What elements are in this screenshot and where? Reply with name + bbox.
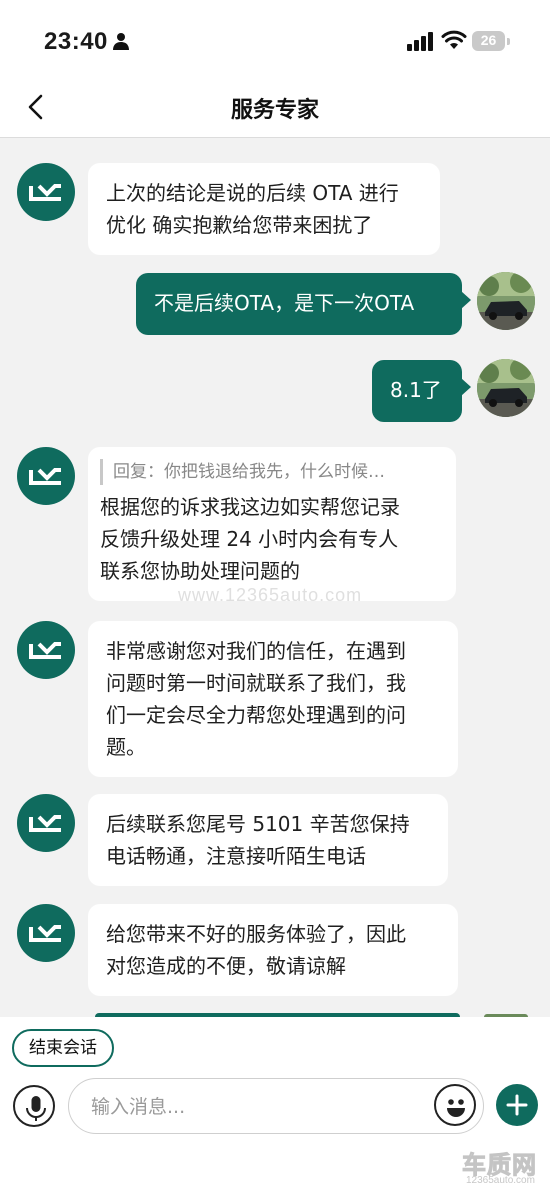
message-bubble-incoming[interactable]: 回复：你把钱退给我先，什么时候… 根据您的诉求我这边如实帮您记录 反馈升级处理 … [88, 447, 456, 601]
message-bubble-outgoing[interactable]: 8.1了 [372, 360, 471, 422]
brand-logo-icon [29, 642, 61, 659]
message-bubble-outgoing[interactable]: 不是后续OTA，是下一次OTA [136, 273, 471, 335]
message-text: 不是后续OTA，是下一次OTA [154, 291, 415, 315]
message-line: 对您造成的不便，敬请谅解 [106, 954, 346, 978]
watermark-text: www.12365auto.com [178, 585, 363, 605]
emoji-icon [447, 1099, 465, 1117]
wifi-icon [441, 30, 467, 49]
message-bubble-incoming[interactable]: 给您带来不好的服务体验了，因此 对您造成的不便，敬请谅解 [88, 904, 458, 996]
battery-level: 26 [480, 32, 497, 48]
message-line: 反馈升级处理 24 小时内会有专人 [100, 527, 399, 551]
message-line: 问题时第一时间就联系了我们，我 [106, 671, 406, 695]
user-avatar [477, 359, 535, 417]
message-line: 给您带来不好的服务体验了，因此 [106, 922, 406, 946]
message-line: 非常感谢您对我们的信任，在遇到 [106, 639, 406, 663]
status-bar: 23:40 26 [0, 0, 550, 80]
user-avatar [477, 272, 535, 330]
brand-logo-icon [29, 815, 61, 832]
status-time: 23:40 [44, 28, 108, 55]
reply-quote[interactable]: 回复：你把钱退给我先，什么时候… [100, 459, 444, 485]
message-line: 后续联系您尾号 5101 辛苦您保持 [106, 812, 410, 836]
brand-logo-icon [29, 468, 61, 485]
message-line: 电话畅通，注意接听陌生电话 [106, 844, 366, 868]
message-line: 题。 [106, 735, 146, 759]
nav-bar: 服务专家 [0, 80, 550, 138]
message-bubble-incoming[interactable]: 上次的结论是说的后续 OTA 进行 优化 确实抱歉给您带来困扰了 [88, 163, 440, 255]
agent-avatar [17, 163, 75, 221]
person-icon [113, 33, 129, 50]
agent-avatar [17, 621, 75, 679]
message-line: 们一定会尽全力帮您处理遇到的问 [106, 703, 406, 727]
more-options-button[interactable] [496, 1084, 538, 1126]
agent-avatar [17, 904, 75, 962]
message-line: 联系您协助处理问题的 [100, 559, 300, 583]
agent-avatar [17, 447, 75, 505]
agent-avatar [17, 794, 75, 852]
message-bubble-incoming[interactable]: 非常感谢您对我们的信任，在遇到 问题时第一时间就联系了我们，我 们一定会尽全力帮… [88, 621, 458, 777]
message-input[interactable] [91, 1093, 421, 1121]
message-list[interactable]: 上次的结论是说的后续 OTA 进行 优化 确实抱歉给您带来困扰了 不是后续OTA… [0, 139, 550, 1017]
message-input-container[interactable] [68, 1078, 484, 1134]
watermark-logo: 车质网 12365auto.com [460, 1145, 548, 1189]
signal-icon [407, 32, 433, 51]
end-chat-button[interactable]: 结束会话 [12, 1029, 114, 1067]
plus-icon [506, 1094, 528, 1116]
battery-indicator: 26 [472, 31, 510, 51]
message-text: 8.1了 [390, 378, 442, 402]
message-line: 优化 确实抱歉给您带来困扰了 [106, 213, 373, 237]
brand-logo-icon [29, 925, 61, 942]
message-line: 根据您的诉求我这边如实帮您记录 [100, 495, 400, 519]
message-line: 上次的结论是说的后续 OTA 进行 [106, 181, 399, 205]
watermark-logo-url: 12365auto.com [466, 1175, 535, 1186]
composer-area: 结束会话 车质网 12365auto.com [0, 1017, 550, 1192]
emoji-button[interactable] [434, 1084, 476, 1126]
voice-input-button[interactable] [13, 1085, 55, 1127]
message-bubble-incoming[interactable]: 后续联系您尾号 5101 辛苦您保持 电话畅通，注意接听陌生电话 [88, 794, 448, 886]
brand-logo-icon [29, 184, 61, 201]
microphone-icon [26, 1096, 46, 1121]
page-title: 服务专家 [230, 98, 319, 123]
